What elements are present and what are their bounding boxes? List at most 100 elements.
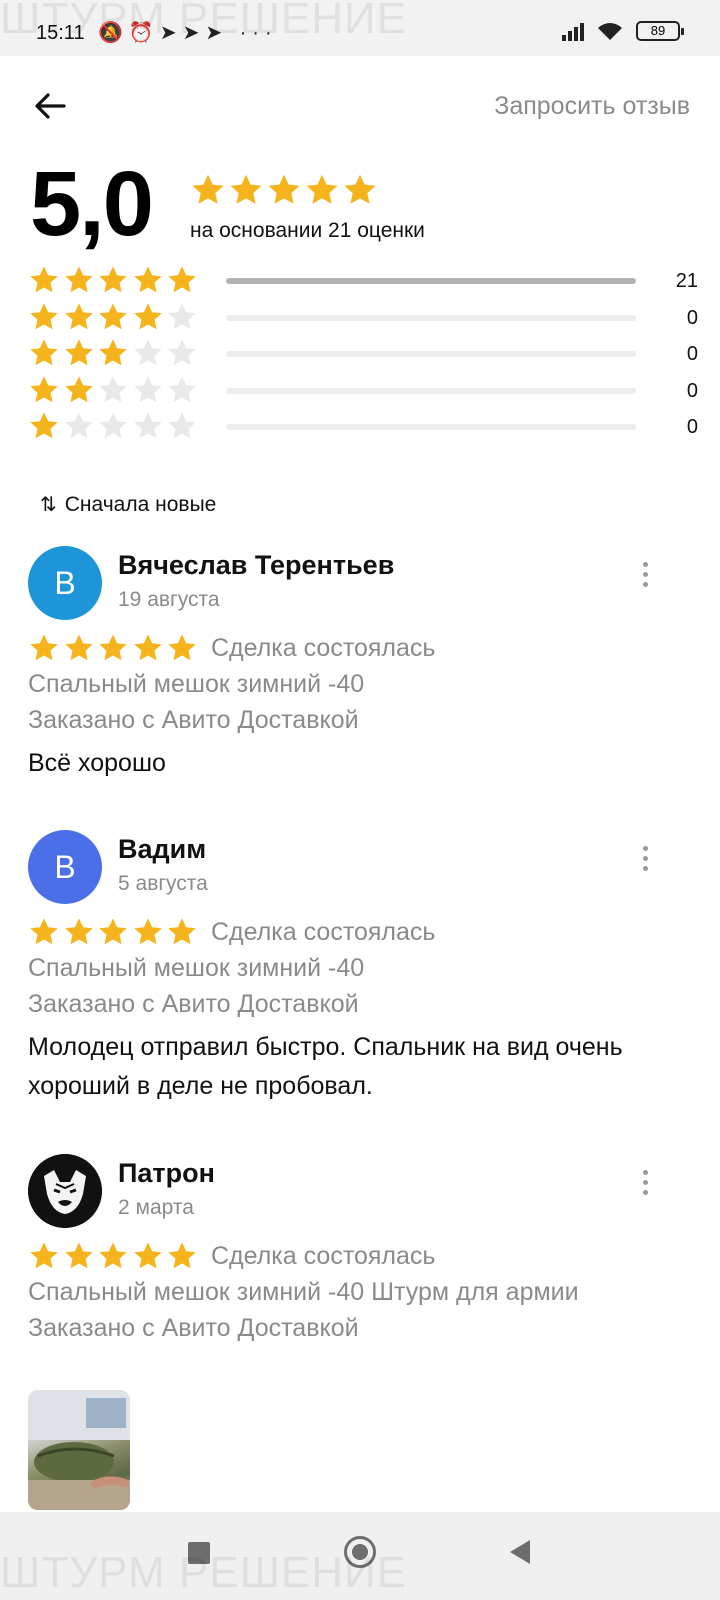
star-filled-icon	[64, 375, 93, 402]
rating-distribution: 21 0 0 0 0	[28, 264, 698, 447]
rating-basis-text: на основании 21 оценки	[190, 219, 425, 242]
star-filled-icon	[64, 634, 93, 661]
star-filled-icon	[30, 266, 58, 293]
more-options-icon[interactable]	[640, 846, 650, 886]
star-filled-icon	[99, 266, 127, 293]
star-filled-icon	[99, 302, 127, 329]
watermark-top: ШТУРМ РЕШЕНИЕ	[0, 0, 408, 43]
review-item-title: Спальный мешок зимний -40	[28, 670, 365, 698]
star-filled-icon	[30, 634, 58, 661]
star-filled-icon	[344, 174, 376, 204]
reviewer-name[interactable]: Патрон	[118, 1158, 215, 1189]
star-filled-icon	[133, 634, 162, 661]
star-empty-icon	[99, 375, 127, 402]
distribution-bar-fill	[226, 278, 636, 284]
star-filled-icon	[64, 266, 93, 293]
star-filled-icon	[306, 174, 338, 204]
star-filled-icon	[99, 918, 127, 945]
star-empty-icon	[133, 412, 162, 439]
sort-arrows-icon: ⇅	[40, 494, 57, 516]
star-filled-icon	[64, 302, 93, 329]
review-text: Молодец отправил быстро. Спальник на вид…	[28, 1033, 623, 1100]
star-filled-icon	[168, 266, 196, 293]
sort-label: Сначала новые	[64, 492, 217, 516]
distribution-count: 0	[686, 343, 698, 365]
star-empty-icon	[168, 375, 196, 402]
distribution-count: 0	[686, 416, 698, 438]
distribution-count: 0	[686, 379, 698, 402]
star-filled-icon	[64, 1242, 93, 1269]
status-right-icons: 89	[562, 20, 684, 42]
back-triangle-button[interactable]	[510, 1540, 530, 1564]
star-filled-icon	[64, 918, 93, 945]
review-card: В Вячеслав Терентьев 19 августа Сделка с…	[28, 546, 698, 786]
review-delivery-note: Заказано с Авито Доставкой	[28, 706, 359, 734]
deal-status: Сделка состоялась	[211, 1242, 436, 1270]
distribution-bar	[226, 424, 636, 430]
header: Запросить отзыв	[0, 56, 720, 156]
photo-content	[28, 1390, 130, 1510]
average-rating: 5,0	[30, 153, 154, 255]
review-card: Патрон 2 марта Сделка состоялась Спальны…	[28, 1154, 698, 1364]
request-review-button[interactable]: Запросить отзыв	[494, 92, 690, 121]
star-filled-icon	[99, 339, 127, 366]
reviewer-name[interactable]: Вадим	[118, 834, 206, 865]
star-empty-icon	[133, 339, 162, 366]
review-date: 2 марта	[118, 1196, 194, 1219]
star-filled-icon	[30, 302, 58, 329]
distribution-stars	[28, 374, 198, 406]
star-filled-icon	[192, 174, 224, 204]
review-date: 5 августа	[118, 872, 208, 895]
review-item-title: Спальный мешок зимний -40	[28, 954, 365, 982]
star-filled-icon	[133, 918, 162, 945]
star-empty-icon	[133, 375, 162, 402]
star-filled-icon	[30, 918, 58, 945]
more-options-icon[interactable]	[640, 562, 650, 602]
signal-icon	[562, 21, 584, 41]
star-filled-icon	[133, 302, 162, 329]
review-stars	[28, 1240, 198, 1272]
star-filled-icon	[99, 1242, 127, 1269]
arrow-left-icon[interactable]	[30, 86, 70, 126]
review-card: В Вадим 5 августа Сделка состоялась Спал…	[28, 830, 698, 1110]
review-date: 19 августа	[118, 588, 220, 611]
review-item-title: Спальный мешок зимний -40 Штурм для арми…	[28, 1278, 579, 1306]
review-delivery-note: Заказано с Авито Доставкой	[28, 990, 359, 1018]
star-filled-icon	[168, 918, 196, 945]
star-filled-icon	[268, 174, 300, 204]
pitbull-dog-avatar[interactable]	[28, 1154, 102, 1228]
star-filled-icon	[30, 339, 58, 366]
star-empty-icon	[64, 412, 93, 439]
star-filled-icon	[168, 1242, 196, 1269]
distribution-stars	[28, 264, 198, 296]
distribution-count: 21	[675, 270, 698, 292]
distribution-row: 0	[28, 337, 698, 374]
star-filled-icon	[30, 375, 58, 402]
distribution-bar	[226, 278, 636, 284]
star-filled-icon	[99, 634, 127, 661]
review-delivery-note: Заказано с Авито Доставкой	[28, 1314, 359, 1342]
avatar[interactable]: В	[28, 830, 102, 904]
distribution-row: 0	[28, 374, 698, 411]
star-filled-icon	[133, 1242, 162, 1269]
watermark-bottom: ШТУРМ РЕШЕНИЕ	[0, 1548, 408, 1597]
sort-button[interactable]: ⇅ Сначала новые	[40, 492, 216, 517]
star-empty-icon	[99, 412, 127, 439]
distribution-bar	[226, 387, 636, 394]
distribution-stars	[28, 337, 198, 369]
distribution-count: 0	[686, 306, 698, 329]
more-options-icon[interactable]	[640, 1170, 650, 1210]
reviewer-name[interactable]: Вячеслав Терентьев	[118, 550, 394, 581]
star-empty-icon	[168, 302, 196, 329]
distribution-stars	[28, 410, 198, 442]
distribution-row: 0	[28, 301, 698, 338]
avatar[interactable]: В	[28, 546, 102, 620]
star-filled-icon	[230, 174, 262, 204]
summary-stars	[190, 172, 378, 208]
star-filled-icon	[168, 634, 196, 661]
star-filled-icon	[64, 339, 93, 366]
wifi-icon	[598, 23, 622, 40]
sleeping-bag-photo-thumbnail[interactable]	[28, 1390, 130, 1510]
star-empty-icon	[168, 339, 196, 366]
battery-icon: 89	[636, 21, 684, 41]
